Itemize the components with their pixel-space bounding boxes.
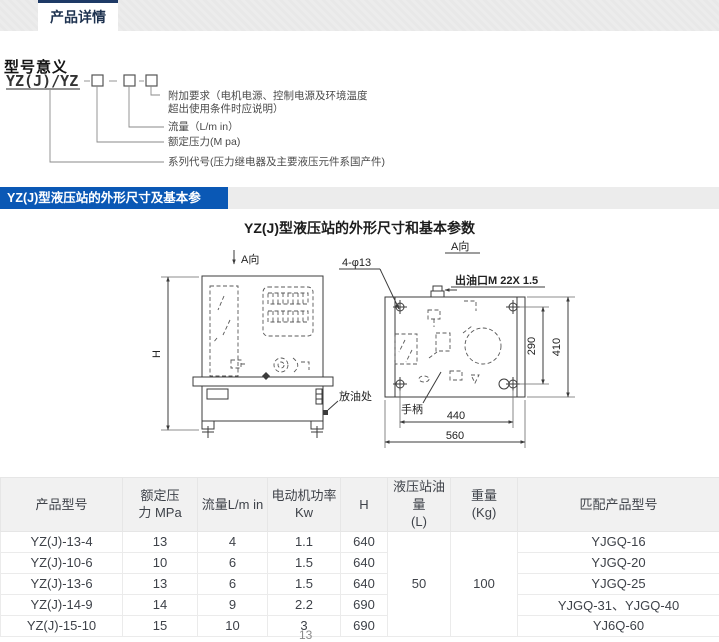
- cell-flow: 9: [198, 594, 268, 615]
- note-series: 系列代号(压力继电器及主要液压元件系国产件): [168, 155, 385, 168]
- top-tab-strip: 产品详情: [0, 0, 719, 31]
- note-pressure: 额定压力(M pa): [168, 135, 240, 148]
- cell-h: 640: [341, 531, 388, 552]
- cell-power: 1.5: [268, 552, 341, 573]
- holes-callout-label: 4-φ13: [342, 257, 371, 269]
- spec-table: 产品型号 额定压力 MPa 流量L/m in 电动机功率Kw H 液压站油量(L…: [0, 477, 719, 637]
- cell-h: 640: [341, 573, 388, 594]
- cell-flow: 10: [198, 615, 268, 636]
- cell-match: YJGQ-16: [518, 531, 719, 552]
- dim-440-label: 440: [447, 410, 465, 422]
- cell-power: 1.5: [268, 573, 341, 594]
- cell-h: 690: [341, 615, 388, 636]
- col-header-motor-power: 电动机功率Kw: [268, 478, 341, 532]
- table-row: YZ(J)-13-4 13 4 1.1 640 50 100 YJGQ-16: [1, 531, 719, 552]
- product-detail-page: { "tab": { "label": "产品详情" }, "model_sec…: [0, 0, 719, 636]
- tab-product-detail-label: 产品详情: [50, 7, 106, 27]
- cell-weight-merged: 100: [451, 531, 518, 636]
- cell-pressure: 13: [123, 531, 198, 552]
- cell-model: YZ(J)-14-9: [1, 594, 123, 615]
- cell-match: YJGQ-31、YJGQ-40: [518, 594, 719, 615]
- col-header-matching-model: 匹配产品型号: [518, 478, 719, 532]
- height-dim-label: H: [151, 350, 163, 358]
- drain-point: [323, 410, 328, 415]
- cell-match: YJ6Q-60: [518, 615, 719, 636]
- dim-410-label: 410: [551, 338, 563, 356]
- model-code-text: YZ(J)/YZ: [6, 72, 78, 90]
- drawing-title: YZ(J)型液压站的外形尺寸和基本参数: [0, 218, 719, 238]
- model-code-diagram: YZ(J)/YZ 附加要求（电机电源、控制电源及环境温度 超出使用条件时应说明）…: [2, 68, 422, 186]
- cell-power: 1.1: [268, 531, 341, 552]
- front-view: A向 放油处 H: [151, 250, 372, 438]
- dim-290-label: 290: [526, 337, 538, 355]
- model-box-3: [146, 75, 157, 86]
- section-header-bar: YZ(J)型液压站的外形尺寸及基本参: [0, 187, 228, 209]
- cell-pressure: 14: [123, 594, 198, 615]
- cell-pressure: 15: [123, 615, 198, 636]
- cell-flow: 6: [198, 552, 268, 573]
- table-header-row: 产品型号 额定压力 MPa 流量L/m in 电动机功率Kw H 液压站油量(L…: [1, 478, 719, 532]
- cell-pressure: 13: [123, 573, 198, 594]
- front-view-direction-label: A向: [241, 252, 259, 266]
- cell-model: YZ(J)-13-4: [1, 531, 123, 552]
- top-view: A向 出油口M 22X 1.5 手柄: [339, 239, 575, 448]
- model-box-2: [124, 75, 135, 86]
- table-row: YZ(J)-14-9 14 9 2.2 690 YJGQ-31、YJGQ-40: [1, 594, 719, 615]
- cell-pressure: 10: [123, 552, 198, 573]
- drain-label: 放油处: [339, 389, 372, 403]
- cell-flow: 6: [198, 573, 268, 594]
- table-row: YZ(J)-10-6 10 6 1.5 640 YJGQ-20: [1, 552, 719, 573]
- cell-model: YZ(J)-10-6: [1, 552, 123, 573]
- tab-product-detail[interactable]: 产品详情: [38, 0, 118, 31]
- handle-label: 手柄: [401, 402, 423, 416]
- cell-flow: 4: [198, 531, 268, 552]
- note-additional-line1: 附加要求（电机电源、控制电源及环境温度: [168, 89, 368, 102]
- cell-oil-volume-merged: 50: [388, 531, 451, 636]
- cell-match: YJGQ-20: [518, 552, 719, 573]
- front-view-internals: [210, 286, 313, 376]
- cell-h: 690: [341, 594, 388, 615]
- cell-power: 2.2: [268, 594, 341, 615]
- col-header-rated-pressure: 额定压力 MPa: [123, 478, 198, 532]
- spec-table-wrap: 产品型号 额定压力 MPa 流量L/m in 电动机功率Kw H 液压站油量(L…: [0, 477, 719, 637]
- section-header-strip: YZ(J)型液压站的外形尺寸及基本参: [0, 187, 719, 209]
- technical-drawing: A向 放油处 H A向 出油口M 22X 1: [133, 238, 598, 468]
- cell-h: 640: [341, 552, 388, 573]
- top-view-internals: [395, 301, 501, 383]
- top-view-direction-label: A向: [451, 239, 469, 253]
- table-row: YZ(J)-13-6 13 6 1.5 640 YJGQ-25: [1, 573, 719, 594]
- note-flow: 流量（L/m in）: [168, 120, 239, 133]
- outlet-label: 出油口M 22X 1.5: [455, 273, 538, 287]
- cell-model: YZ(J)-13-6: [1, 573, 123, 594]
- note-additional-line2: 超出使用条件时应说明）: [168, 102, 284, 115]
- cell-model: YZ(J)-15-10: [1, 615, 123, 636]
- col-header-weight: 重量(Kg): [451, 478, 518, 532]
- model-box-1: [92, 75, 103, 86]
- col-header-product-model: 产品型号: [1, 478, 123, 532]
- page-number: 13: [299, 628, 312, 642]
- dim-560-label: 560: [446, 430, 464, 442]
- cell-match: YJGQ-25: [518, 573, 719, 594]
- table-row: YZ(J)-15-10 15 10 3 690 YJ6Q-60: [1, 615, 719, 636]
- col-header-h: H: [341, 478, 388, 532]
- col-header-flow: 流量L/m in: [198, 478, 268, 532]
- col-header-oil-volume: 液压站油量(L): [388, 478, 451, 532]
